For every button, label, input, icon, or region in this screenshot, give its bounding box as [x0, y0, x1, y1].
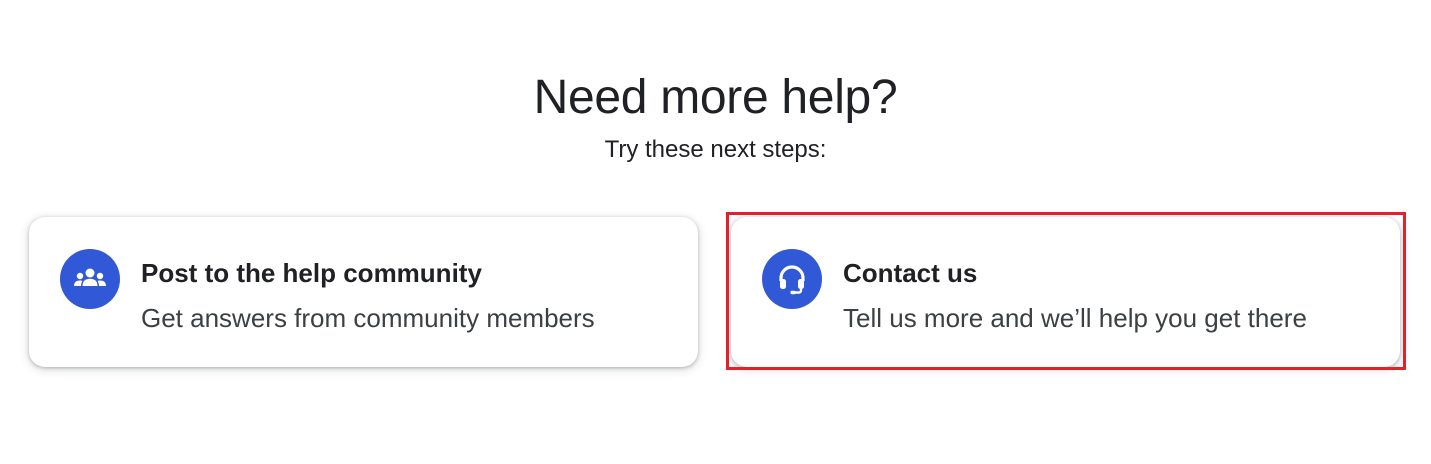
contact-us-card[interactable]: Contact us Tell us more and we’ll help y… [731, 217, 1400, 367]
page-subtitle: Try these next steps: [604, 136, 827, 163]
contact-us-card-description: Tell us more and we’ll help you get ther… [843, 303, 1307, 333]
headset-icon [762, 249, 822, 309]
contact-us-card-title: Contact us [843, 258, 978, 288]
community-card[interactable]: Post to the help community Get answers f… [29, 217, 698, 367]
community-icon [60, 249, 120, 309]
page-title: Need more help? [533, 71, 898, 124]
community-card-title: Post to the help community [141, 258, 482, 288]
help-page: Need more help? Try these next steps: Po… [0, 0, 1431, 464]
community-card-description: Get answers from community members [141, 303, 595, 333]
